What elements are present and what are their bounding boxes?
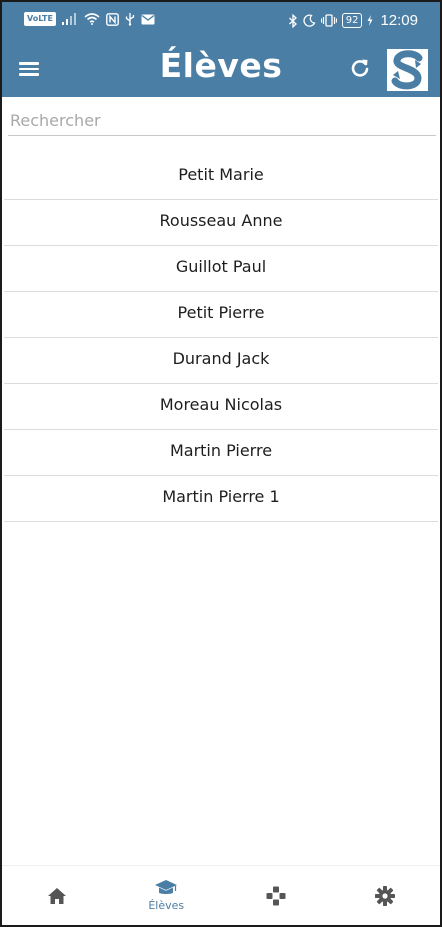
logo-s-icon: [391, 50, 423, 90]
refresh-icon[interactable]: [348, 56, 372, 80]
volte-badge: VoLTE: [24, 12, 56, 26]
student-item[interactable]: Moreau Nicolas: [4, 384, 438, 430]
bluetooth-icon: [288, 13, 297, 28]
student-item[interactable]: Petit Pierre: [4, 292, 438, 338]
top-bar: VoLTE 92 12:09 Élèves: [2, 2, 440, 97]
app-bar: Élèves: [2, 42, 440, 97]
nav-home[interactable]: [2, 866, 112, 925]
bottom-navigation: Élèves: [2, 865, 440, 925]
nav-games[interactable]: [221, 866, 331, 925]
student-item[interactable]: Guillot Paul: [4, 246, 438, 292]
usb-icon: [125, 13, 135, 26]
phone-frame: VoLTE 92 12:09 Élèves Rechercher Petit M…: [0, 0, 442, 927]
charging-icon: [367, 15, 373, 26]
search-input[interactable]: [8, 106, 436, 136]
nav-eleves-label: Élèves: [148, 899, 185, 912]
home-icon: [47, 887, 66, 904]
app-logo: [387, 49, 428, 91]
nfc-icon: [106, 12, 119, 26]
moon-icon: [303, 14, 316, 27]
student-item[interactable]: Durand Jack: [4, 338, 438, 384]
student-item[interactable]: Rousseau Anne: [4, 200, 438, 246]
student-list: Petit Marie Rousseau Anne Guillot Paul P…: [4, 154, 438, 522]
page-title: Élèves: [159, 46, 283, 85]
nav-eleves[interactable]: Élèves: [112, 866, 222, 925]
vibrate-icon: [320, 14, 337, 27]
status-time: 12:09: [380, 12, 418, 29]
status-right: 92 12:09: [288, 12, 418, 29]
status-bar: VoLTE 92 12:09: [2, 2, 440, 42]
signal-icon: [61, 13, 76, 25]
game-icon: [266, 886, 286, 905]
student-item[interactable]: Petit Marie: [4, 154, 438, 200]
nav-settings[interactable]: [331, 866, 441, 925]
battery-level: 92: [341, 13, 363, 28]
wifi-icon: [84, 13, 100, 25]
student-item[interactable]: Martin Pierre: [4, 430, 438, 476]
status-left: VoLTE: [24, 12, 155, 26]
gear-icon: [375, 885, 396, 906]
mail-icon: [141, 14, 155, 24]
graduation-cap-icon: [155, 880, 178, 894]
student-item[interactable]: Martin Pierre 1: [4, 476, 438, 522]
